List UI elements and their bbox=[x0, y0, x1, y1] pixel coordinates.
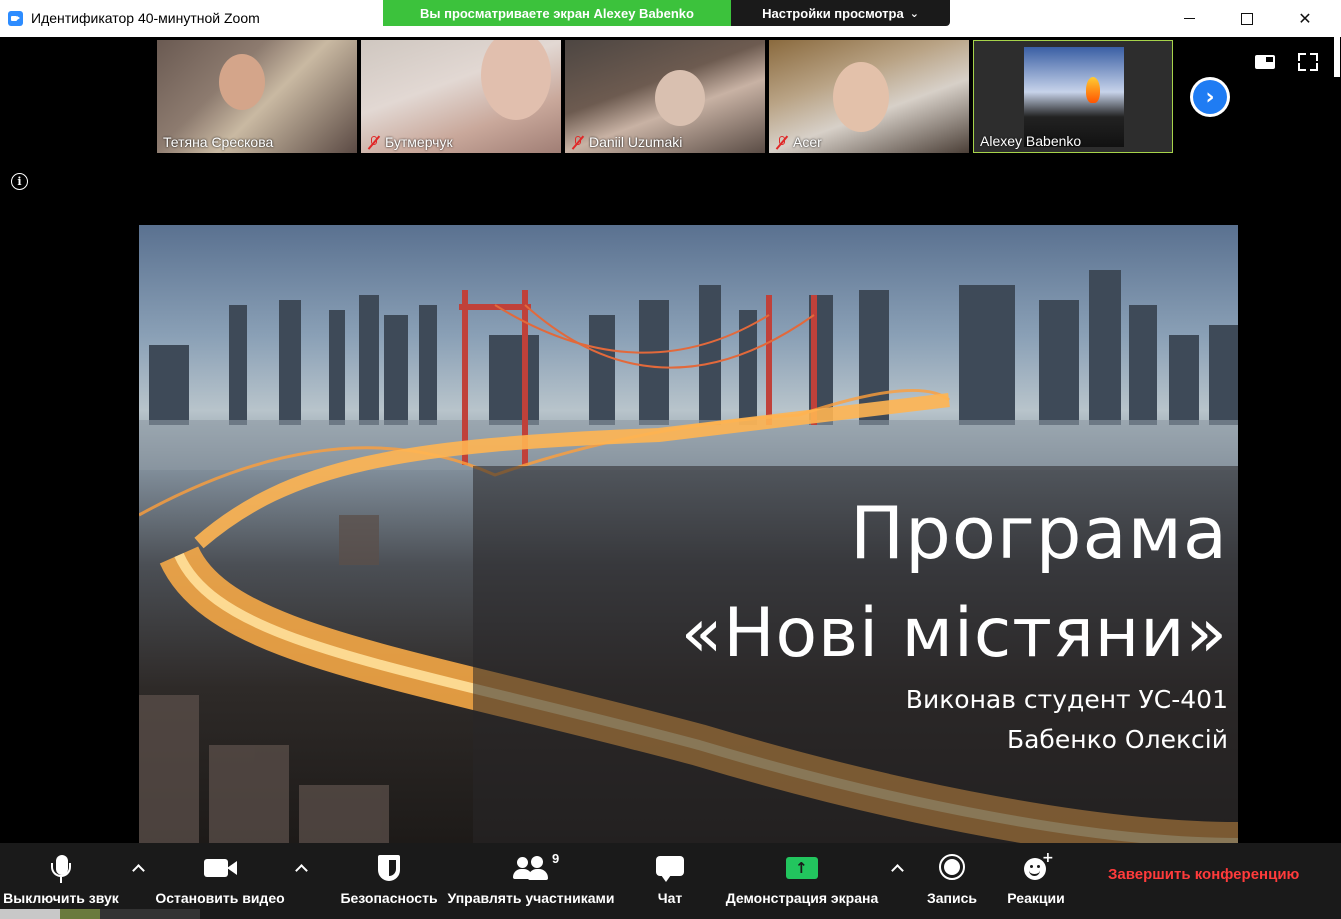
participants-label: Управлять участниками bbox=[447, 890, 615, 906]
reactions-icon: + bbox=[1016, 850, 1056, 889]
audio-options-caret[interactable] bbox=[132, 862, 146, 876]
maximize-button[interactable] bbox=[1218, 0, 1276, 37]
minimize-icon bbox=[1183, 17, 1195, 20]
reactions-button[interactable]: + Реакции bbox=[1004, 843, 1068, 919]
muted-mic-icon bbox=[367, 135, 381, 149]
record-icon bbox=[932, 853, 972, 889]
share-screen-button[interactable]: ↑ Демонстрация экрана bbox=[722, 843, 882, 919]
fullscreen-icon[interactable] bbox=[1298, 53, 1318, 71]
participant-video bbox=[219, 54, 265, 110]
window-title: Идентификатор 40-минутной Zoom bbox=[31, 10, 260, 26]
participant-name: Тетяна Єрескова bbox=[163, 134, 274, 150]
video-label: Остановить видео bbox=[155, 890, 285, 906]
participant-tile[interactable]: Daniil Uzumaki bbox=[565, 40, 765, 153]
microphone-icon bbox=[41, 853, 81, 889]
reactions-label: Реакции bbox=[1007, 890, 1065, 906]
record-button[interactable]: Запись bbox=[922, 843, 982, 919]
info-icon[interactable]: i bbox=[11, 173, 28, 190]
viewing-banner: Вы просматриваете экран Alexey Babenko Н… bbox=[383, 0, 950, 26]
close-icon: ✕ bbox=[1298, 9, 1312, 28]
participant-video bbox=[833, 62, 889, 132]
share-options-caret[interactable] bbox=[891, 862, 905, 876]
shared-screen: Програма «Нові містяни» Виконав студент … bbox=[139, 225, 1238, 843]
zoom-app-icon bbox=[8, 11, 23, 26]
view-options-button[interactable]: Настройки просмотра ⌄ bbox=[731, 0, 950, 26]
chat-label: Чат bbox=[657, 890, 683, 906]
chat-icon bbox=[650, 853, 690, 889]
end-meeting-button[interactable]: Завершить конференцию bbox=[1108, 866, 1299, 883]
chat-button[interactable]: Чат bbox=[640, 843, 700, 919]
muted-mic-icon bbox=[775, 135, 789, 149]
mute-label: Выключить звук bbox=[3, 890, 119, 906]
participant-tile[interactable]: Тетяна Єрескова bbox=[157, 40, 357, 153]
participant-video bbox=[655, 70, 705, 126]
security-button[interactable]: Безопасность bbox=[339, 843, 439, 919]
participant-name: Acer bbox=[769, 131, 828, 153]
share-screen-icon: ↑ bbox=[782, 853, 822, 889]
muted-mic-icon bbox=[571, 135, 585, 149]
view-options-label: Настройки просмотра bbox=[762, 5, 904, 21]
share-label: Демонстрация экрана bbox=[725, 890, 879, 906]
layout-view-icon[interactable] bbox=[1255, 53, 1275, 71]
participant-video bbox=[481, 40, 551, 120]
mute-button[interactable]: Выключить звук bbox=[0, 843, 122, 919]
slide-title-line2: «Нові містяни» bbox=[680, 594, 1228, 673]
participants-icon bbox=[511, 853, 551, 889]
chevron-right-icon: › bbox=[1193, 80, 1227, 114]
participant-name: Daniil Uzumaki bbox=[565, 131, 688, 153]
maximize-icon bbox=[1241, 12, 1253, 25]
participant-tile[interactable]: Acer bbox=[769, 40, 969, 153]
security-label: Безопасность bbox=[340, 890, 438, 906]
video-options-caret[interactable] bbox=[295, 862, 309, 876]
chevron-down-icon: ⌄ bbox=[909, 6, 919, 20]
close-button[interactable]: ✕ bbox=[1276, 0, 1334, 37]
slide-subtitle-line1: Виконав студент УС-401 bbox=[905, 685, 1228, 714]
video-camera-icon bbox=[200, 853, 240, 889]
manage-participants-button[interactable]: Управлять участниками bbox=[446, 843, 616, 919]
participant-tile-active[interactable]: Alexey Babenko bbox=[973, 40, 1173, 153]
participant-name: Бутмерчук bbox=[361, 131, 459, 153]
participant-tile[interactable]: Бутмерчук bbox=[361, 40, 561, 153]
slide-subtitle-line2: Бабенко Олексій bbox=[1006, 725, 1228, 754]
participants-count: 9 bbox=[552, 851, 560, 866]
scrollbar-thumb[interactable] bbox=[1334, 37, 1340, 77]
scrollbar-track[interactable] bbox=[1333, 37, 1341, 843]
viewing-status: Вы просматриваете экран Alexey Babenko bbox=[383, 0, 731, 26]
shield-icon bbox=[369, 853, 409, 889]
record-label: Запись bbox=[926, 890, 977, 906]
stop-video-button[interactable]: Остановить видео bbox=[150, 843, 290, 919]
participant-name: Alexey Babenko bbox=[980, 133, 1082, 149]
next-participants-button[interactable]: › bbox=[1190, 77, 1230, 117]
slide-title-line1: Програма bbox=[850, 491, 1228, 575]
minimize-button[interactable] bbox=[1160, 0, 1218, 37]
taskbar-peek bbox=[0, 909, 200, 919]
